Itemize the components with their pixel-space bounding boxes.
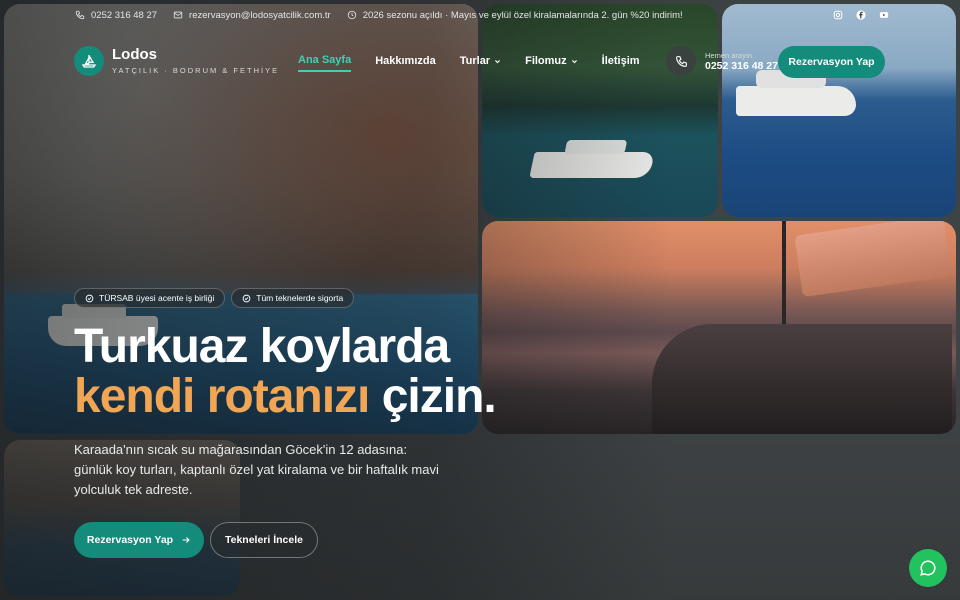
nav-about-label: Hakkımızda [375,55,436,67]
chevron-down-icon [571,59,577,63]
nav-fleet-label: Filomuz [525,55,567,67]
hero-photo-yacht-sea [722,4,956,217]
topbar-email[interactable]: rezervasyon@lodosyatcilik.com.tr [173,10,331,21]
hero-title: Turkuaz koylarda kendi rotanızı çizin. [74,320,497,423]
hero-photo-sunset-sail [482,221,956,434]
header-phone-number: 0252 316 48 27 [705,59,778,72]
main-nav: Ana Sayfa Hakkımızda Turlar Filomuz İlet… [298,54,664,72]
clock-icon [347,10,356,20]
hero-title-line1: Turkuaz koylarda [74,320,450,373]
arrow-right-icon [182,537,190,543]
badge-insurance-text: Tüm teknelerde sigorta [256,293,344,303]
hero-reservation-button[interactable]: Rezervasyon Yap [74,522,204,558]
topbar-phone-text: 0252 316 48 27 [91,9,158,21]
chevron-down-icon [495,59,501,63]
brand-name: Lodos [112,46,157,63]
top-info-bar: 0252 316 48 27 rezervasyon@lodosyatcilik… [75,4,890,26]
hero-title-accent: kendi rotanızı [74,370,370,423]
topbar-notice: 2026 sezonu açıldı · Mayıs ve eylül özel… [347,10,683,21]
youtube-icon[interactable] [879,10,890,21]
badge-insurance: Tüm teknelerde sigorta [231,288,355,308]
topbar-notice-text: 2026 sezonu açıldı · Mayıs ve eylül özel… [362,9,683,21]
brand-tagline: YATÇILIK · BODRUM & FETHİYE [112,66,280,75]
nav-home[interactable]: Ana Sayfa [298,54,352,72]
badge-tursab: TÜRSAB üyesi acente iş birliği [74,288,226,308]
trust-badges: TÜRSAB üyesi acente iş birliği Tüm tekne… [74,288,355,308]
sailboat-icon [74,46,104,76]
nav-tours[interactable]: Turlar [460,54,501,72]
badge-tursab-text: TÜRSAB üyesi acente iş birliği [99,293,215,303]
phone-icon [75,10,85,20]
header-reservation-button[interactable]: Rezervasyon Yap [778,46,885,78]
brand-logo[interactable]: Lodos YATÇILIK · BODRUM & FETHİYE [74,46,279,76]
topbar-phone[interactable]: 0252 316 48 27 [75,10,157,21]
nav-contact-label: İletişim [601,55,640,67]
topbar-email-text: rezervasyon@lodosyatcilik.com.tr [189,9,331,21]
nav-fleet[interactable]: Filomuz [525,54,578,72]
hero-lead: Karaada'nın sıcak su mağarasından Göcek'… [74,442,439,497]
header-phone[interactable]: Hemen arayın 0252 316 48 27 [666,46,778,76]
nav-contact[interactable]: İletişim [602,54,640,72]
hero-title-end: çizin. [381,370,497,423]
check-circle-icon [85,294,94,302]
phone-icon [666,46,696,76]
hero-photo-yacht-bay [482,4,718,217]
mail-icon [173,11,183,19]
nav-home-label: Ana Sayfa [298,54,352,66]
check-circle-icon [242,294,251,302]
header-phone-label: Hemen arayın [705,50,753,60]
nav-tours-label: Turlar [459,55,491,67]
instagram-icon[interactable] [833,10,844,21]
social-links [833,9,890,21]
view-boats-button[interactable]: Tekneleri İncele [210,522,318,558]
chat-bubble-icon [920,560,936,576]
facebook-icon[interactable] [856,9,867,21]
nav-about[interactable]: Hakkımızda [375,54,436,72]
whatsapp-chat-button[interactable] [909,549,947,587]
hero-reservation-label: Rezervasyon Yap [86,534,174,546]
